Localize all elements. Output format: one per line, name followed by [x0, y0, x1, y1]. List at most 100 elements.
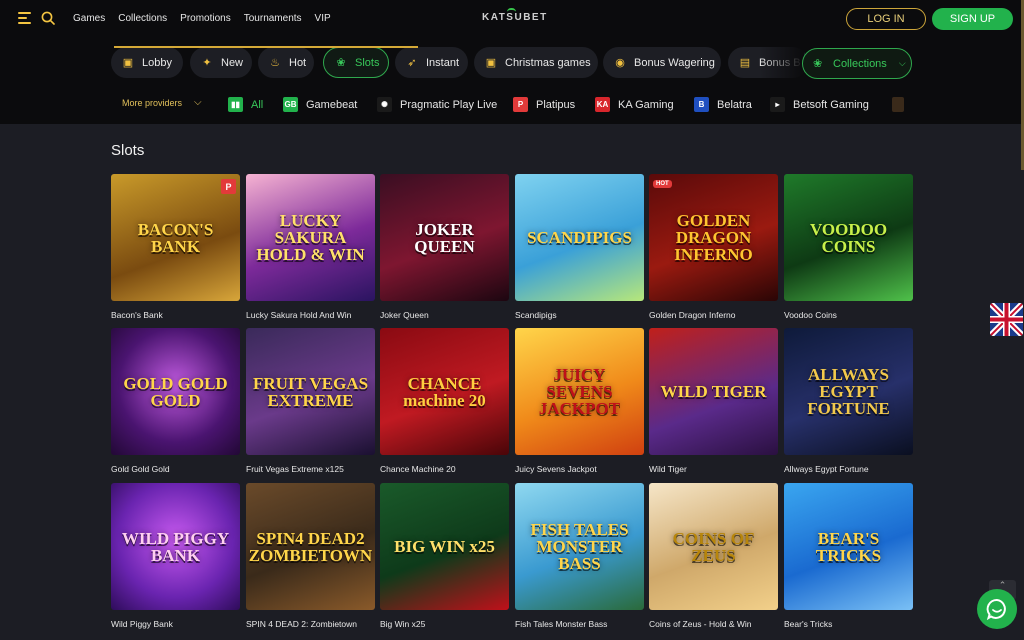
game-card[interactable]: LUCKY SAKURA HOLD & WIN Lucky Sakura Hold… [246, 174, 375, 320]
provider-gamebeat[interactable]: GB Gamebeat [283, 97, 357, 112]
game-thumbnail[interactable]: FISH TALES MONSTER BASS [515, 483, 644, 610]
game-thumbnail[interactable]: GOLDEN DRAGON INFERNO HOT [649, 174, 778, 301]
game-card[interactable]: ALLWAYS EGYPT FORTUNE Allways Egypt Fortu… [784, 328, 913, 474]
game-thumbnail[interactable]: GOLD GOLD GOLD [111, 328, 240, 455]
game-logo: BACON'S BANK [137, 219, 214, 256]
game-thumbnail[interactable]: VOODOO COINS [784, 174, 913, 301]
provider-label: Gamebeat [306, 98, 358, 111]
provider-label: Platipus [536, 98, 576, 111]
lobby-icon: ▣ [122, 57, 134, 69]
nav-tournaments[interactable]: Tournaments [244, 13, 302, 24]
game-logo: BEAR'S TRICKS [815, 528, 882, 565]
game-thumbnail[interactable]: SPIN4 DEAD2 ZOMBIETOWN [246, 483, 375, 610]
game-title[interactable]: Joker Queen [380, 310, 509, 320]
game-card[interactable]: BIG WIN x25 Big Win x25 [380, 483, 509, 629]
provider-label: KA Gaming [618, 98, 674, 111]
tab-label: Hot [289, 56, 307, 69]
game-card[interactable]: WILD TIGER Wild Tiger [649, 328, 778, 474]
game-thumbnail[interactable]: BIG WIN x25 [380, 483, 509, 610]
login-button[interactable]: LOG IN [846, 8, 926, 30]
tab-slots[interactable]: ❀ Slots [323, 47, 389, 78]
chevron-down-icon[interactable]: ⌵ [194, 97, 202, 108]
game-logo: VOODOO COINS [809, 219, 888, 256]
tabs-scroll-indicator [114, 46, 418, 48]
more-providers-button[interactable]: More providers [122, 98, 182, 108]
game-thumbnail[interactable]: BACON'S BANK P [111, 174, 240, 301]
game-thumbnail[interactable]: CHANCE machine 20 [380, 328, 509, 455]
section-title: Slots [111, 142, 145, 159]
search-icon[interactable] [41, 11, 55, 25]
game-card[interactable]: BACON'S BANK P Bacon's Bank [111, 174, 240, 320]
game-thumbnail[interactable]: JOKER QUEEN [380, 174, 509, 301]
game-title[interactable]: Wild Tiger [649, 464, 778, 474]
game-title[interactable]: Allways Egypt Fortune [784, 464, 913, 474]
provider-ka-gaming[interactable]: KA KA Gaming [595, 97, 674, 112]
game-card[interactable]: GOLD GOLD GOLD Gold Gold Gold [111, 328, 240, 474]
nav-promotions[interactable]: Promotions [180, 13, 231, 24]
game-thumbnail[interactable]: COINS OF ZEUS [649, 483, 778, 610]
provider-betsoft-gaming[interactable]: ▸ Betsoft Gaming [770, 97, 869, 112]
nav-collections[interactable]: Collections [118, 13, 167, 24]
tab-new[interactable]: ✦ New [190, 47, 252, 78]
game-thumbnail[interactable]: FRUIT VEGAS EXTREME [246, 328, 375, 455]
game-card[interactable]: JOKER QUEEN Joker Queen [380, 174, 509, 320]
game-title[interactable]: Wild Piggy Bank [111, 619, 240, 629]
game-card[interactable]: JUICY SEVENS JACKPOT Juicy Sevens Jackpot [515, 328, 644, 474]
game-title[interactable]: Bacon's Bank [111, 310, 240, 320]
gamebeat-icon: GB [283, 97, 298, 112]
collections-dropdown[interactable]: ❀ Collections ⌵ [802, 48, 912, 79]
game-title[interactable]: Gold Gold Gold [111, 464, 240, 474]
tab-lobby[interactable]: ▣ Lobby [111, 47, 183, 78]
game-title[interactable]: Coins of Zeus - Hold & Win [649, 619, 778, 629]
game-thumbnail[interactable]: WILD PIGGY BANK [111, 483, 240, 610]
game-card[interactable]: FISH TALES MONSTER BASS Fish Tales Monste… [515, 483, 644, 629]
game-logo: JUICY SEVENS JACKPOT [538, 365, 621, 418]
game-card[interactable]: SPIN4 DEAD2 ZOMBIETOWN SPIN 4 DEAD 2: Zom… [246, 483, 375, 629]
provider-all[interactable]: ▮▮ All [228, 97, 263, 112]
new-icon: ✦ [202, 57, 212, 69]
provider-icon[interactable] [892, 97, 904, 112]
provider-pragmatic-play-live[interactable]: ✺ Pragmatic Play Live [377, 97, 497, 112]
game-title[interactable]: Fruit Vegas Extreme x125 [246, 464, 375, 474]
game-card[interactable]: GOLDEN DRAGON INFERNO HOT Golden Dragon In… [649, 174, 778, 320]
tab-hot[interactable]: ♨ Hot [258, 47, 314, 78]
game-title[interactable]: Scandipigs [515, 310, 644, 320]
game-title[interactable]: Golden Dragon Inferno [649, 310, 778, 320]
game-title[interactable]: Juicy Sevens Jackpot [515, 464, 644, 474]
hot-badge: HOT [653, 180, 672, 188]
tab-bonus-wagering[interactable]: ◉ Bonus Wagering [603, 47, 721, 78]
game-thumbnail[interactable]: BEAR'S TRICKS [784, 483, 913, 610]
nav-games[interactable]: Games [73, 13, 105, 24]
game-logo: SCANDIPIGS [527, 228, 632, 247]
game-title[interactable]: Bear's Tricks [784, 619, 913, 629]
game-title[interactable]: Big Win x25 [380, 619, 509, 629]
game-title[interactable]: Voodoo Coins [784, 310, 913, 320]
game-thumbnail[interactable]: LUCKY SAKURA HOLD & WIN [246, 174, 375, 301]
game-thumbnail[interactable]: JUICY SEVENS JACKPOT [515, 328, 644, 455]
top-header: Games Collections Promotions Tournaments… [0, 0, 1024, 38]
nav-vip[interactable]: VIP [315, 13, 331, 24]
chat-button[interactable] [977, 589, 1017, 629]
menu-icon[interactable] [18, 12, 31, 24]
uk-flag-icon[interactable] [990, 303, 1023, 336]
game-title[interactable]: Fish Tales Monster Bass [515, 619, 644, 629]
game-card[interactable]: FRUIT VEGAS EXTREME Fruit Vegas Extreme x… [246, 328, 375, 474]
game-thumbnail[interactable]: WILD TIGER [649, 328, 778, 455]
provider-belatra[interactable]: B Belatra [694, 97, 752, 112]
game-thumbnail[interactable]: ALLWAYS EGYPT FORTUNE [784, 328, 913, 455]
tab-instant[interactable]: ➶ Instant [395, 47, 468, 78]
game-card[interactable]: WILD PIGGY BANK Wild Piggy Bank [111, 483, 240, 629]
provider-platipus[interactable]: P Platipus [513, 97, 575, 112]
signup-button[interactable]: SIGN UP [932, 8, 1013, 30]
tab-christmas-games[interactable]: ▣ Christmas games [474, 47, 598, 78]
game-title[interactable]: Chance Machine 20 [380, 464, 509, 474]
game-card[interactable]: VOODOO COINS Voodoo Coins [784, 174, 913, 320]
game-title[interactable]: SPIN 4 DEAD 2: Zombietown [246, 619, 375, 629]
game-card[interactable]: SCANDIPIGS Scandipigs [515, 174, 644, 320]
site-logo[interactable]: KATSUBET [482, 12, 548, 23]
game-thumbnail[interactable]: SCANDIPIGS [515, 174, 644, 301]
game-title[interactable]: Lucky Sakura Hold And Win [246, 310, 375, 320]
game-card[interactable]: CHANCE machine 20 Chance Machine 20 [380, 328, 509, 474]
game-card[interactable]: COINS OF ZEUS Coins of Zeus - Hold & Win [649, 483, 778, 629]
game-card[interactable]: BEAR'S TRICKS Bear's Tricks [784, 483, 913, 629]
